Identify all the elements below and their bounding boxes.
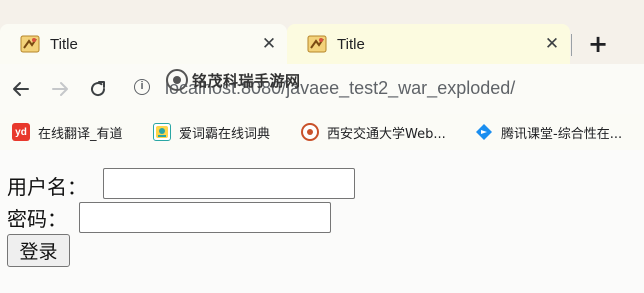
- tab-strip: Title ✕ Title ✕ +: [0, 0, 644, 64]
- tomcat-favicon-icon: [20, 34, 40, 54]
- login-button[interactable]: 登录: [7, 234, 70, 267]
- site-info-icon[interactable]: i: [134, 79, 150, 95]
- bookmark-tencent-classroom[interactable]: 腾讯课堂-综合性在...: [475, 122, 622, 142]
- tomcat-favicon-icon: [307, 34, 327, 54]
- username-input[interactable]: [103, 168, 355, 199]
- toolbar: i localhost:8080/javaee_test2_war_explod…: [0, 64, 644, 114]
- browser-window: Title ✕ Title ✕ + i localhost:8080/javae…: [0, 0, 644, 293]
- forward-arrow-icon[interactable]: [47, 76, 73, 102]
- tencent-classroom-icon: [475, 123, 493, 141]
- xjtu-seal-icon: [301, 123, 319, 141]
- password-label: 密码：: [7, 207, 67, 231]
- bookmark-xjtu[interactable]: 西安交通大学Web...: [301, 122, 446, 142]
- password-input[interactable]: [79, 202, 331, 233]
- bookmark-label: 腾讯课堂-综合性在...: [501, 126, 623, 142]
- tab-title: Title: [337, 35, 365, 53]
- tab-active[interactable]: Title ✕: [0, 24, 287, 64]
- tab-close-icon[interactable]: ✕: [540, 34, 564, 54]
- page-content: 用户名： 密码： 登录: [0, 150, 644, 293]
- reload-icon[interactable]: [85, 76, 111, 102]
- new-tab-button[interactable]: +: [584, 32, 612, 58]
- bookmark-label: 爱词霸在线词典: [179, 126, 271, 142]
- username-label: 用户名：: [7, 175, 87, 199]
- bookmark-label: 西安交通大学Web...: [327, 126, 446, 142]
- tab-title: Title: [50, 35, 78, 53]
- tab-close-icon[interactable]: ✕: [257, 34, 281, 54]
- bookmarks-bar: yd 在线翻译_有道 爱词霸在线词典 西安交通大学Web... 腾讯课堂-综合性…: [0, 114, 644, 150]
- iciba-icon: [153, 123, 171, 141]
- back-arrow-icon[interactable]: [8, 76, 34, 102]
- tab-inactive[interactable]: Title ✕: [287, 24, 570, 64]
- tab-divider: [571, 34, 572, 56]
- bookmark-youdao[interactable]: yd 在线翻译_有道: [12, 122, 123, 142]
- address-bar-url[interactable]: localhost:8080/javaee_test2_war_exploded…: [165, 78, 515, 99]
- bookmark-label: 在线翻译_有道: [38, 126, 123, 142]
- bookmark-iciba[interactable]: 爱词霸在线词典: [153, 122, 270, 142]
- youdao-icon: yd: [12, 123, 30, 141]
